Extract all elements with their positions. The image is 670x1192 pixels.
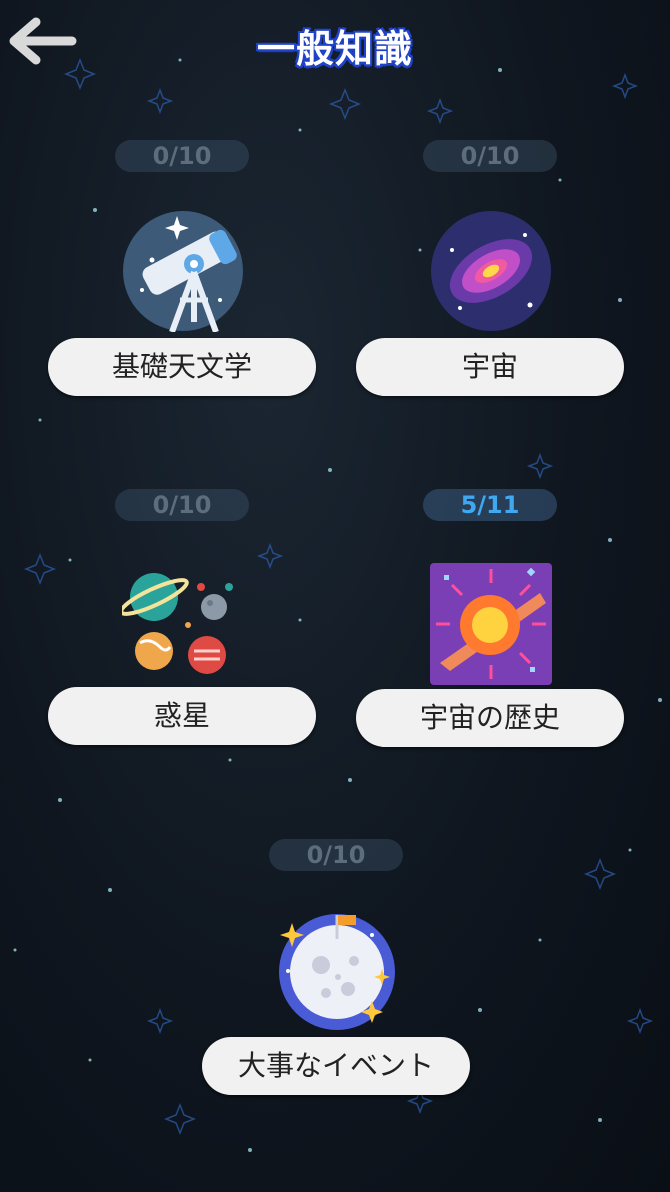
topic-button-basic-astronomy[interactable]: 基礎天文学 <box>48 338 316 396</box>
topic-button-major-events[interactable]: 大事なイベント <box>202 1037 470 1095</box>
topic-button-history-of-universe[interactable]: 宇宙の歴史 <box>356 689 624 747</box>
telescope-icon <box>122 210 244 334</box>
topic-score: 5/11 <box>423 489 557 521</box>
topic-score: 0/10 <box>115 140 249 172</box>
topic-card-major-events[interactable]: 0/10 大事なイベント <box>202 839 472 1099</box>
topic-button-planets[interactable]: 惑星 <box>48 687 316 745</box>
topic-card-history-of-universe[interactable]: 5/11 宇宙の歴史 <box>356 489 626 749</box>
big-bang-icon <box>430 563 552 685</box>
topic-score: 0/10 <box>423 140 557 172</box>
planets-icon <box>119 563 244 685</box>
topic-score: 0/10 <box>115 489 249 521</box>
topic-card-basic-astronomy[interactable]: 0/10 基礎天文学 <box>48 140 318 400</box>
galaxy-icon <box>430 210 552 332</box>
moon-landing-icon <box>276 909 398 1031</box>
topic-card-universe[interactable]: 0/10 宇宙 <box>356 140 626 400</box>
topic-score: 0/10 <box>269 839 403 871</box>
topic-button-universe[interactable]: 宇宙 <box>356 338 624 396</box>
topic-card-planets[interactable]: 0/10 惑星 <box>48 489 318 749</box>
page-title: 一般知識 <box>256 27 413 71</box>
